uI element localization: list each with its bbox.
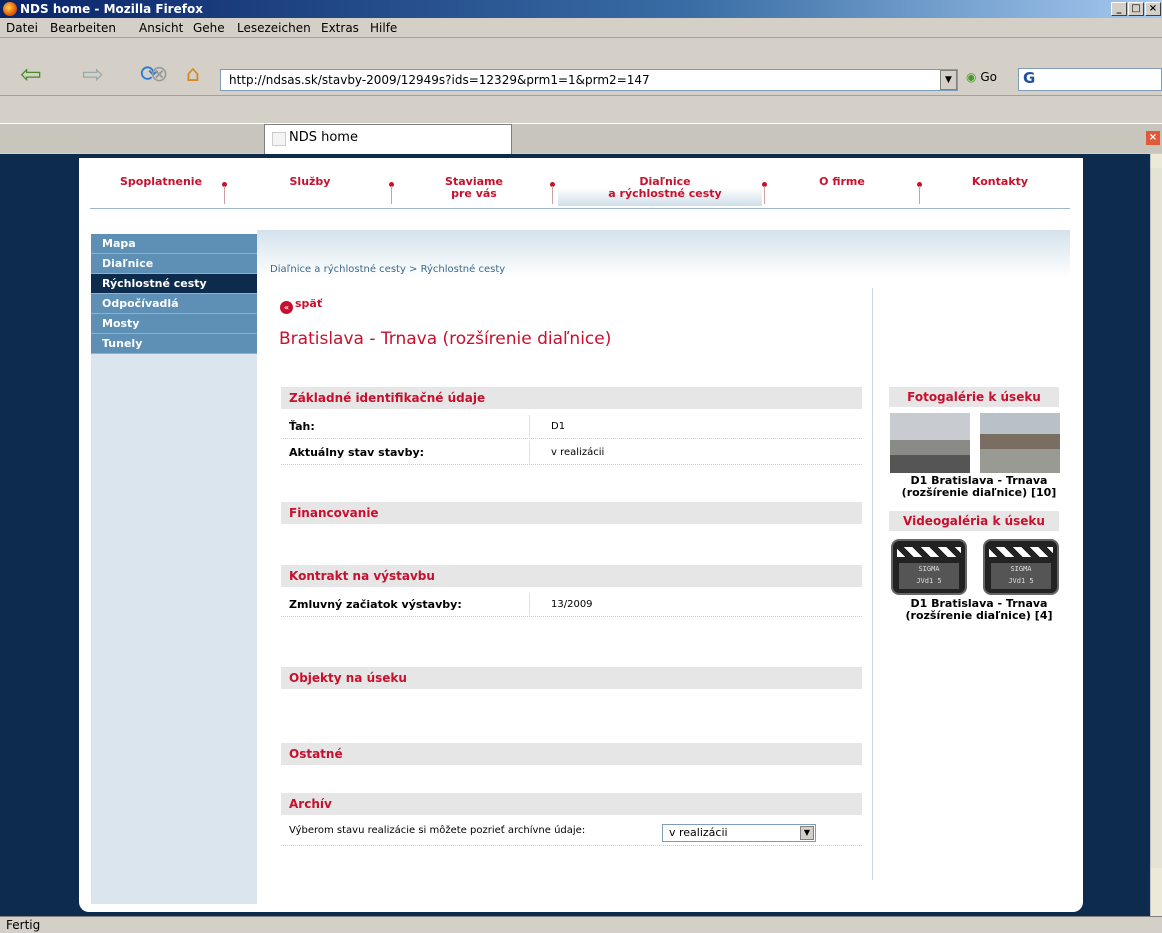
menu-bearbeiten[interactable]: Bearbeiten	[50, 21, 116, 35]
row-value: v realizácii	[551, 447, 605, 458]
table-row: Aktuálny stav stavby: v realizácii	[281, 439, 862, 465]
go-label: Go	[980, 70, 997, 84]
home-icon[interactable]: ⌂	[186, 62, 200, 88]
scrollbar-thumb[interactable]	[1151, 168, 1162, 868]
archive-select[interactable]: v realizácii ▼	[662, 824, 816, 842]
nav-separator	[391, 186, 392, 204]
row-separator	[529, 593, 530, 615]
sidebar-item-rychlostne-cesty[interactable]: Rýchlostné cesty	[91, 274, 257, 294]
row-key: Zmluvný začiatok výstavby:	[289, 598, 462, 611]
menu-bar: Datei Bearbeiten Ansicht Gehe Lesezeiche…	[0, 18, 1162, 38]
row-separator	[529, 415, 530, 437]
tab-nds-home[interactable]: NDS home	[264, 124, 512, 154]
nav-separator	[224, 186, 225, 204]
section-contract-title: Kontrakt na výstavbu	[281, 565, 862, 587]
back-label: späť	[295, 297, 323, 310]
section-basic-title: Základné identifikačné údaje	[281, 387, 862, 409]
archive-text: Výberom stavu realizácie si môžete pozri…	[289, 825, 586, 836]
nav-dialnice[interactable]: Diaľnice a rýchlostné cesty	[590, 176, 740, 200]
clapperboard-icon[interactable]: SIGMA JVd1 5	[983, 539, 1059, 595]
search-input[interactable]: G	[1018, 68, 1162, 91]
close-window-button[interactable]: ×	[1145, 2, 1161, 16]
status-bar: Fertig	[0, 916, 1162, 933]
menu-lesezeichen[interactable]: Lesezeichen	[237, 21, 311, 35]
photo-gallery-caption[interactable]: D1 Bratislava - Trnava (rozšírenie diaľn…	[889, 475, 1069, 499]
sidebar-item-dialnice[interactable]: Diaľnice	[91, 254, 257, 274]
forward-arrow-icon[interactable]: ⇨	[82, 62, 104, 88]
page-title: Bratislava - Trnava (rozšírenie diaľnice…	[279, 329, 612, 349]
menu-hilfe[interactable]: Hilfe	[370, 21, 397, 35]
breadcrumb[interactable]: Diaľnice a rýchlostné cesty > Rýchlostné…	[270, 264, 505, 275]
table-row: Zmluvný začiatok výstavby: 13/2009	[281, 591, 862, 617]
window-title: NDS home - Mozilla Firefox	[20, 2, 203, 16]
nav-separator	[764, 186, 765, 204]
nav-sluzby[interactable]: Služby	[280, 176, 340, 188]
go-button[interactable]: ◉ Go	[966, 70, 997, 84]
row-value: D1	[551, 421, 566, 432]
minimize-button[interactable]: _	[1111, 2, 1127, 16]
table-row: Ťah: D1	[281, 413, 862, 439]
back-arrow-icon[interactable]: ⇦	[20, 62, 42, 88]
window-titlebar: NDS home - Mozilla Firefox _ □ ×	[0, 0, 1162, 18]
close-tab-icon[interactable]: ×	[1146, 131, 1160, 145]
menu-ansicht[interactable]: Ansicht	[139, 21, 183, 35]
row-key: Aktuálny stav stavby:	[289, 446, 425, 459]
sidebar-item-odpocivadla[interactable]: Odpočívadlá	[91, 294, 257, 314]
vertical-scrollbar[interactable]	[1150, 154, 1162, 916]
back-circle-icon: «	[280, 301, 293, 314]
nav-spoplatnenie[interactable]: Spoplatnenie	[120, 176, 202, 188]
section-objects-title: Objekty na úseku	[281, 667, 862, 689]
sidebar-item-tunely[interactable]: Tunely	[91, 334, 257, 354]
nav-separator	[552, 186, 553, 204]
row-value: 13/2009	[551, 599, 593, 610]
nav-kontakty[interactable]: Kontakty	[970, 176, 1030, 188]
menu-gehe[interactable]: Gehe	[193, 21, 225, 35]
maximize-button[interactable]: □	[1128, 2, 1144, 16]
section-archive-title: Archív	[281, 793, 862, 815]
favicon-icon	[272, 132, 286, 146]
nav-o-firme[interactable]: O firme	[812, 176, 872, 188]
google-icon: G	[1023, 69, 1036, 87]
row-key: Ťah:	[289, 420, 315, 433]
photo-thumbnail[interactable]	[890, 413, 970, 473]
sidebar-item-mosty[interactable]: Mosty	[91, 314, 257, 334]
go-icon: ◉	[966, 70, 977, 84]
url-input[interactable]: http://ndsas.sk/stavby-2009/12949s?ids=1…	[220, 69, 958, 91]
url-dropdown-button[interactable]: ▼	[940, 70, 957, 90]
nav-staviame[interactable]: Staviame pre vás	[434, 176, 514, 200]
tab-title: NDS home	[289, 130, 358, 145]
row-separator	[529, 441, 530, 463]
section-other-title: Ostatné	[281, 743, 862, 765]
tab-strip	[0, 123, 1162, 153]
archive-select-value: v realizácii	[669, 826, 728, 839]
row-divider	[281, 845, 862, 846]
menu-extras[interactable]: Extras	[321, 21, 359, 35]
menu-datei[interactable]: Datei	[6, 21, 38, 35]
nav-separator	[919, 186, 920, 204]
sidebar-item-mapa[interactable]: Mapa	[91, 234, 257, 254]
column-divider	[872, 288, 873, 880]
firefox-icon	[3, 2, 17, 16]
back-link[interactable]: «späť	[280, 297, 322, 314]
stop-icon[interactable]: ⊗	[150, 62, 168, 88]
video-gallery-caption[interactable]: D1 Bratislava - Trnava (rozšírenie diaľn…	[889, 598, 1069, 622]
photo-thumbnail[interactable]	[980, 413, 1060, 473]
nav-divider	[90, 208, 1070, 209]
section-financing-title: Financovanie	[281, 502, 862, 524]
video-gallery-title: Videogaléria k úseku	[889, 511, 1059, 531]
chevron-down-icon[interactable]: ▼	[800, 826, 814, 840]
clapperboard-icon[interactable]: SIGMA JVd1 5	[891, 539, 967, 595]
photo-gallery-title: Fotogalérie k úseku	[889, 387, 1059, 407]
